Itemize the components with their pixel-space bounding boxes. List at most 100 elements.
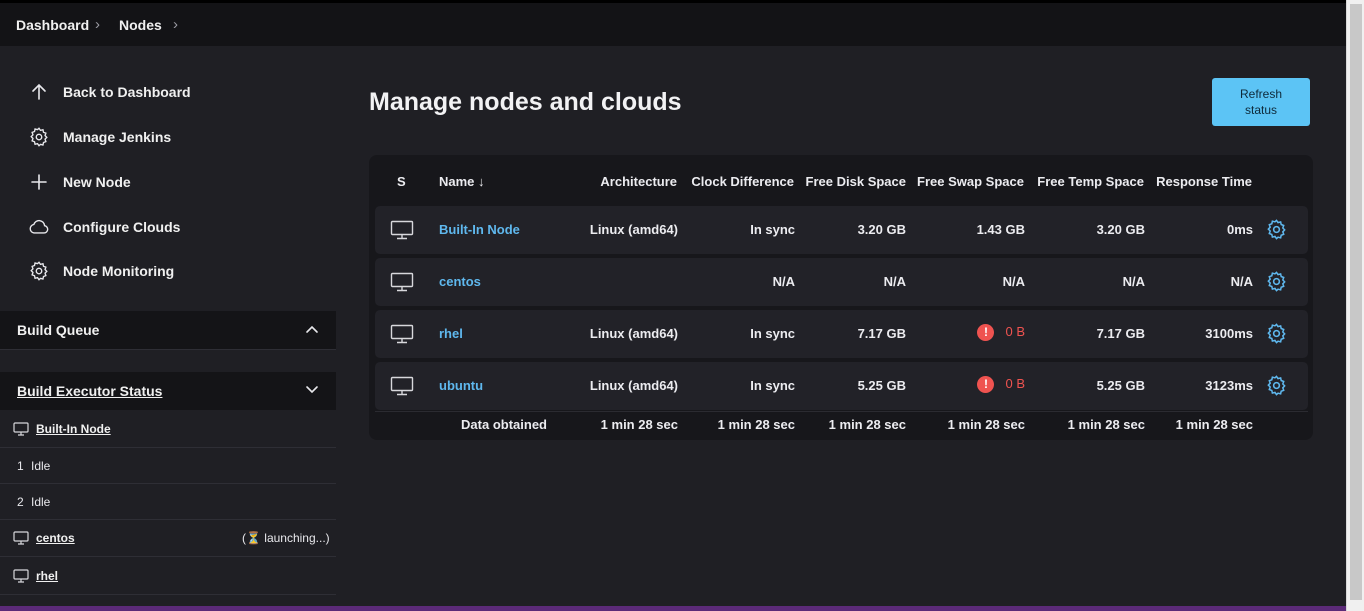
- computer-icon: [390, 324, 414, 349]
- data-obtained-label: Data obtained: [461, 417, 547, 432]
- node-monitoring-link[interactable]: Node Monitoring: [28, 257, 174, 285]
- breadcrumb-chevron-icon[interactable]: ›: [173, 16, 178, 33]
- manage-jenkins-link[interactable]: Manage Jenkins: [28, 123, 171, 151]
- disk-cell: 3.20 GB: [857, 222, 906, 237]
- build-executor-status-title[interactable]: Build Executor Status: [17, 383, 162, 399]
- node-link[interactable]: Built-In Node: [439, 222, 520, 237]
- swap-value: 0 B: [1005, 324, 1025, 339]
- computer-icon: [390, 220, 414, 245]
- column-header-architecture[interactable]: Architecture: [600, 174, 677, 189]
- computer-icon: [13, 531, 29, 545]
- response-cell: N/A: [1230, 274, 1253, 289]
- column-header-name-label: Name: [439, 174, 475, 189]
- chevron-down-icon[interactable]: [305, 382, 319, 400]
- new-node-link[interactable]: New Node: [28, 168, 131, 196]
- data-obtained-swap: 1 min 28 sec: [947, 417, 1025, 432]
- executor-row: 2 Idle: [0, 484, 336, 520]
- computer-icon: [13, 568, 29, 583]
- disk-cell: 5.25 GB: [857, 378, 906, 393]
- back-to-dashboard-label: Back to Dashboard: [63, 84, 191, 100]
- executor-node-link[interactable]: rhel: [36, 569, 58, 583]
- page-title: Manage nodes and clouds: [369, 88, 682, 116]
- column-header-clock-difference[interactable]: Clock Difference: [691, 174, 794, 189]
- computer-icon: [390, 376, 414, 401]
- node-link[interactable]: rhel: [439, 326, 463, 341]
- executor-status: Idle: [31, 458, 51, 473]
- scrollbar-thumb[interactable]: [1350, 4, 1362, 600]
- data-obtained-temp: 1 min 28 sec: [1067, 417, 1145, 432]
- breadcrumb-nodes[interactable]: Nodes: [119, 17, 162, 33]
- arrow-up-icon: [28, 81, 50, 103]
- node-settings-gear-icon[interactable]: [1265, 374, 1288, 402]
- swap-cell-warning: ! 0 B: [977, 376, 1025, 394]
- breadcrumb-separator-icon: ›: [95, 16, 100, 33]
- cloud-icon: [28, 216, 50, 238]
- new-node-label: New Node: [63, 174, 131, 190]
- architecture-cell: Linux (amd64): [589, 222, 678, 237]
- swap-value: 0 B: [1005, 376, 1025, 391]
- architecture-cell: Linux (amd64): [589, 326, 678, 341]
- clock-cell: In sync: [750, 222, 795, 237]
- refresh-status-button[interactable]: Refresh status: [1212, 78, 1310, 126]
- temp-cell: N/A: [1122, 274, 1145, 289]
- disk-cell: N/A: [883, 274, 906, 289]
- architecture-cell: Linux (amd64): [589, 378, 678, 393]
- vertical-scrollbar[interactable]: [1346, 0, 1364, 611]
- executor-node-link[interactable]: centos: [36, 531, 75, 545]
- swap-cell: 1.43 GB: [976, 222, 1025, 237]
- swap-cell-warning: ! 0 B: [977, 324, 1025, 342]
- sort-arrow-icon: ↓: [478, 174, 485, 189]
- column-header-free-swap[interactable]: Free Swap Space: [917, 174, 1024, 189]
- error-icon: !: [977, 324, 995, 342]
- node-monitoring-label: Node Monitoring: [63, 263, 175, 279]
- table-row: [375, 258, 1308, 306]
- column-header-free-temp[interactable]: Free Temp Space: [1037, 174, 1144, 189]
- taskbar-strip: [0, 606, 1346, 611]
- executor-node-row: rhel: [0, 557, 336, 595]
- refresh-label-line1: Refresh: [1239, 87, 1283, 101]
- executor-status: Idle: [31, 494, 51, 509]
- column-header-free-disk[interactable]: Free Disk Space: [806, 174, 906, 189]
- executor-node-row: centos (⏳ launching...): [0, 520, 336, 557]
- table-row: [375, 362, 1308, 410]
- node-link[interactable]: centos: [439, 274, 481, 289]
- back-to-dashboard-link[interactable]: Back to Dashboard: [28, 78, 191, 106]
- node-settings-gear-icon[interactable]: [1265, 218, 1288, 246]
- table-footer-divider: [375, 411, 1308, 412]
- configure-clouds-link[interactable]: Configure Clouds: [28, 213, 180, 241]
- column-header-status[interactable]: S: [397, 174, 406, 189]
- clock-cell: In sync: [750, 378, 795, 393]
- executor-node-row: Built-In Node: [0, 410, 336, 448]
- refresh-label-line2: status: [1244, 103, 1277, 117]
- temp-cell: 5.25 GB: [1096, 378, 1145, 393]
- node-settings-gear-icon[interactable]: [1265, 270, 1288, 298]
- data-obtained-architecture: 1 min 28 sec: [600, 417, 678, 432]
- data-obtained-disk: 1 min 28 sec: [828, 417, 906, 432]
- node-link[interactable]: ubuntu: [439, 378, 483, 393]
- breadcrumb-dashboard[interactable]: Dashboard: [16, 17, 89, 33]
- temp-cell: 7.17 GB: [1096, 326, 1145, 341]
- manage-jenkins-label: Manage Jenkins: [63, 129, 172, 145]
- gear-icon: [28, 126, 50, 148]
- build-queue-header[interactable]: Build Queue: [0, 311, 336, 349]
- chevron-up-icon[interactable]: [305, 321, 319, 339]
- response-cell: 0ms: [1226, 222, 1253, 237]
- node-settings-gear-icon[interactable]: [1265, 322, 1288, 350]
- build-executor-status-header[interactable]: Build Executor Status: [0, 372, 336, 410]
- table-row: [375, 310, 1308, 358]
- breadcrumb-bar: Dashboard › Nodes ›: [0, 0, 1346, 46]
- column-header-name[interactable]: Name ↓: [439, 174, 485, 189]
- executor-number: 2: [17, 494, 24, 509]
- error-icon: !: [977, 376, 995, 394]
- clock-cell: In sync: [750, 326, 795, 341]
- executor-node-link[interactable]: Built-In Node: [36, 422, 111, 436]
- build-queue-title: Build Queue: [17, 322, 100, 338]
- configure-clouds-label: Configure Clouds: [63, 219, 181, 235]
- build-queue-body: [0, 349, 336, 371]
- disk-cell: 7.17 GB: [857, 326, 906, 341]
- executor-row: 1 Idle: [0, 448, 336, 484]
- column-header-response-time[interactable]: Response Time: [1156, 174, 1252, 189]
- computer-icon: [390, 272, 414, 297]
- data-obtained-response: 1 min 28 sec: [1175, 417, 1253, 432]
- executor-number: 1: [17, 458, 24, 473]
